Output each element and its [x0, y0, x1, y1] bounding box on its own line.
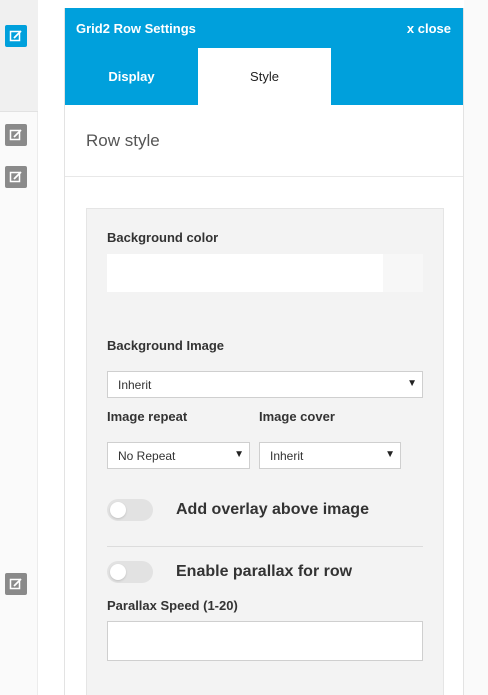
image-cover-select[interactable]: Inherit ▼	[259, 442, 401, 469]
color-picker-button[interactable]	[383, 254, 423, 292]
caret-down-icon: ▼	[407, 378, 417, 389]
caret-down-icon: ▼	[385, 449, 395, 460]
overlay-toggle[interactable]	[107, 499, 153, 521]
edit-row-button-active[interactable]	[5, 25, 27, 47]
image-cover-value: Inherit	[270, 448, 304, 463]
background-image-select[interactable]: Inherit ▼	[107, 371, 423, 398]
divider	[107, 546, 423, 547]
tab-style[interactable]: Style	[198, 48, 331, 105]
edit-row-button[interactable]	[5, 124, 27, 146]
parallax-label: Enable parallax for row	[176, 563, 353, 580]
toggle-knob	[110, 564, 126, 580]
background-image-value: Inherit	[118, 377, 152, 392]
image-repeat-value: No Repeat	[118, 448, 176, 463]
edit-icon	[9, 30, 22, 42]
edit-row-button[interactable]	[5, 573, 27, 595]
image-cover-label: Image cover	[259, 409, 335, 424]
overlay-label: Add overlay above image	[176, 501, 369, 518]
toggle-knob	[110, 502, 126, 518]
background-image-label: Background Image	[107, 338, 225, 353]
style-form: Background color Background Image Inheri…	[86, 208, 444, 695]
edit-icon	[9, 129, 22, 141]
panel-title: Grid2 Row Settings	[76, 20, 196, 36]
parallax-toggle[interactable]	[107, 561, 153, 583]
edit-icon	[9, 578, 22, 590]
tab-bar: Display Style	[65, 48, 463, 105]
parallax-speed-label: Parallax Speed (1-20)	[107, 598, 238, 613]
edit-row-button[interactable]	[5, 166, 27, 188]
caret-down-icon: ▼	[234, 449, 244, 460]
row-settings-panel: Grid2 Row Settings x close Display Style…	[64, 8, 464, 695]
rail-top-block	[0, 0, 38, 112]
image-repeat-label: Image repeat	[107, 409, 188, 424]
background-color-input[interactable]	[107, 254, 383, 292]
image-repeat-select[interactable]: No Repeat ▼	[107, 442, 250, 469]
panel-header: Grid2 Row Settings x close	[65, 8, 463, 48]
left-rail	[0, 0, 38, 695]
parallax-speed-input[interactable]	[107, 621, 423, 661]
background-color-label: Background color	[107, 230, 219, 245]
right-gutter	[464, 0, 488, 695]
tab-display[interactable]: Display	[65, 48, 198, 105]
section-title: Row style	[65, 105, 463, 177]
edit-icon	[9, 171, 22, 183]
close-button[interactable]: x close	[407, 21, 451, 36]
